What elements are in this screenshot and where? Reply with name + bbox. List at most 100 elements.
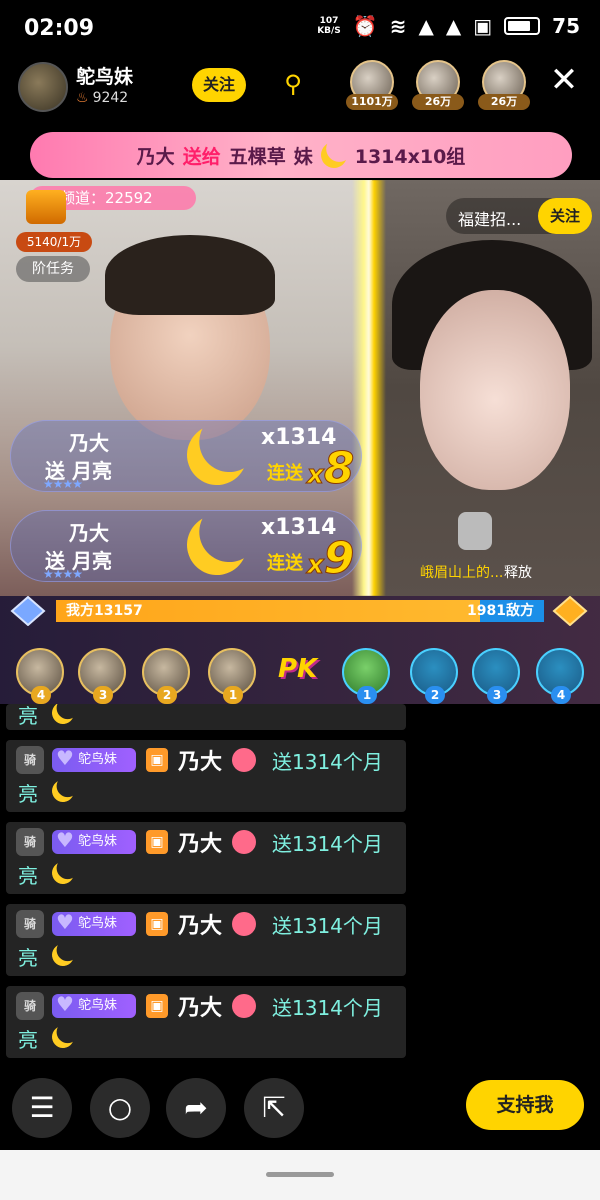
chat-message[interactable]: 骑 鸵鸟妹 ▣ 乃大 送1314个月 亮 [6, 986, 406, 1058]
support-button[interactable]: 支持我 [466, 1080, 584, 1130]
slot-rank: 1 [357, 686, 377, 704]
chat-text-cont: 亮 [18, 782, 38, 806]
combo-lian-label: 连送 [267, 553, 303, 574]
top-viewer-2[interactable]: 26万 [412, 58, 464, 114]
fan-badge: 鸵鸟妹 [52, 910, 136, 936]
slot-rank: 1 [223, 686, 243, 704]
chat-text: 送1314个月 [272, 832, 383, 856]
combo-lian: 连送 [267, 549, 303, 575]
slot-rank: 4 [551, 686, 571, 704]
treasure-chest-icon[interactable] [26, 190, 66, 224]
share-icon[interactable]: ➦ [166, 1078, 226, 1138]
our-contributor-slot[interactable]: 1 [208, 648, 256, 704]
gift-banner[interactable]: 乃大 送给 五棵草 妹 1314x10组 [30, 132, 572, 178]
enemy-contributor-slot[interactable]: 3 [472, 648, 520, 704]
combo-gift-row: 乃大 送 月亮 ★★★★ x1314 连送 x8 [10, 420, 362, 495]
signal-icon: ▲ [418, 14, 434, 38]
chat-sender[interactable]: 乃大 [178, 744, 222, 776]
chat-text: 送1314个月 [272, 996, 383, 1020]
moon-icon [49, 1023, 77, 1051]
menu-icon[interactable]: ☰ [12, 1078, 72, 1138]
slot-rank: 4 [31, 686, 51, 704]
chat-message[interactable]: 骑 鸵鸟妹 ▣ 乃大 送1314个月 亮 [6, 740, 406, 812]
host-avatar[interactable] [18, 62, 68, 112]
combo-count: x9 [307, 533, 355, 585]
chat-text: 送1314个月 [272, 750, 383, 774]
chat-text-cont: 亮 [18, 946, 38, 970]
shirt-icon: ▣ [146, 748, 168, 772]
gift-icon [232, 994, 256, 1018]
chat-text: 送1314个月 [272, 914, 383, 938]
rank-icon [10, 596, 46, 626]
moon-icon [49, 941, 77, 969]
enemy-contributor-slot[interactable]: 1 [342, 648, 390, 704]
slot-rank: 3 [487, 686, 507, 704]
task-button[interactable]: 阶任务 [16, 256, 90, 282]
combo-sender: 乃大 [69, 521, 109, 545]
home-gesture-handle[interactable] [266, 1172, 334, 1177]
level-badge: 骑 [16, 992, 44, 1020]
stars-icon: ★★★★ [43, 567, 83, 581]
skill-user: 峨眉山上的... [420, 565, 504, 581]
signal-2-icon: ▲ [445, 14, 462, 38]
pk-panel: 我方13157 1981敌方 4 3 2 1 PK 1 2 3 4 [0, 596, 600, 704]
chat-message[interactable]: 骑 鸵鸟妹 ▣ 乃大 送1314个月 亮 [6, 904, 406, 976]
moon-icon [49, 704, 77, 727]
battery-icon [504, 17, 541, 35]
moon-icon [49, 777, 77, 805]
fan-badge: 鸵鸟妹 [52, 746, 136, 772]
battery-level: 75 [552, 14, 580, 38]
combo-lian: 连送 [267, 459, 303, 485]
banner-verb: 送给 [182, 145, 221, 168]
rank-icon [552, 596, 588, 626]
host-fans: ♨ 9242 [76, 90, 128, 106]
chat-icon[interactable]: ○ [90, 1078, 150, 1138]
moon-icon [179, 507, 256, 584]
moon-icon [317, 138, 350, 171]
host-name[interactable]: 鸵鸟妹 [76, 62, 133, 89]
follow-button[interactable]: 关注 [192, 68, 246, 102]
banner-detail: 1314x10组 [354, 145, 466, 168]
stars-icon: ★★★★ [43, 477, 83, 491]
chest-progress: 5140/1万 [16, 232, 92, 252]
chat-message-partial: 亮 [6, 704, 406, 730]
enemy-contributor-slot[interactable]: 4 [536, 648, 584, 704]
top-viewer-1[interactable]: 1101万 [346, 58, 398, 114]
chat-message[interactable]: 骑 鸵鸟妹 ▣ 乃大 送1314个月 亮 [6, 822, 406, 894]
gift-icon [232, 830, 256, 854]
level-badge: 骑 [16, 828, 44, 856]
our-contributor-slot[interactable]: 4 [16, 648, 64, 704]
flame-icon: ♨ [76, 90, 89, 106]
live-header: 鸵鸟妹 ♨ 9242 关注 ⚲ 1101万 26万 26万 ✕ [0, 58, 600, 122]
viewer-badge: 26万 [478, 94, 530, 110]
pk-enemy-score: 1981敌方 [467, 603, 534, 619]
pk-our-score: 我方13157 [66, 603, 143, 619]
slot-rank: 2 [425, 686, 445, 704]
opponent-follow-button[interactable]: 关注 [538, 198, 592, 234]
gift-icon [232, 912, 256, 936]
net-speed-unit: KB/S [317, 26, 341, 36]
chat-list[interactable]: 亮 骑 鸵鸟妹 ▣ 乃大 送1314个月 亮 骑 鸵鸟妹 ▣ 乃大 送1314个… [0, 704, 600, 1074]
fullscreen-icon[interactable]: ⇱ [244, 1078, 304, 1138]
chat-sender[interactable]: 乃大 [178, 908, 222, 940]
status-bar: 02:09 107 KB/S ⏰ ≋ ▲ ▲ ▣ 75 [0, 0, 600, 58]
top-viewer-3[interactable]: 26万 [478, 58, 530, 114]
opponent-face [420, 290, 570, 490]
banner-receiver-tail: 妹 [293, 145, 313, 168]
close-icon[interactable]: ✕ [546, 62, 582, 98]
bottom-toolbar: ☰ ○ ➦ ⇱ 支持我 [0, 1074, 600, 1146]
chat-text-cont: 亮 [18, 1028, 38, 1052]
combo-x: x [307, 460, 325, 491]
banner-sender: 乃大 [136, 145, 175, 168]
viewer-badge: 26万 [412, 94, 464, 110]
chat-sender[interactable]: 乃大 [178, 826, 222, 858]
combo-count: x8 [307, 443, 355, 495]
chat-sender[interactable]: 乃大 [178, 990, 222, 1022]
our-contributor-slot[interactable]: 2 [142, 648, 190, 704]
our-contributor-slot[interactable]: 3 [78, 648, 126, 704]
combo-count-value: 9 [323, 533, 355, 585]
opponent-name[interactable]: 福建招... [458, 206, 521, 230]
enemy-contributor-slot[interactable]: 2 [410, 648, 458, 704]
chat-text-cont: 亮 [18, 704, 38, 728]
mic-link-icon[interactable]: ⚲ [276, 70, 310, 100]
